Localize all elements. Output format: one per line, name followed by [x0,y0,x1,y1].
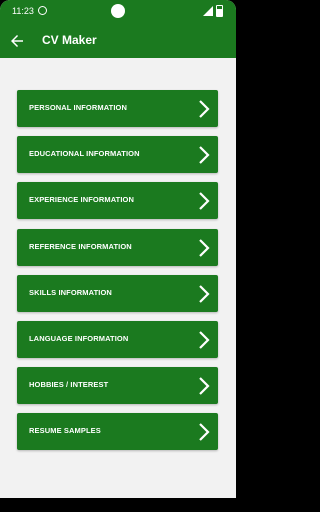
menu-list: PERSONAL INFORMATION EDUCATIONAL INFORMA… [17,90,218,460]
menu-item-label: LANGUAGE INFORMATION [29,333,129,343]
menu-item-educational-information[interactable]: EDUCATIONAL INFORMATION [17,136,218,174]
chevron-right-icon [199,377,210,395]
page-title: CV Maker [42,33,97,47]
signal-icon [203,6,213,16]
app-bar: CV Maker [0,24,236,58]
chevron-right-icon [199,146,210,164]
menu-item-language-information[interactable]: LANGUAGE INFORMATION [17,320,218,358]
menu-item-resume-samples[interactable]: RESUME SAMPLES [17,413,218,451]
menu-item-label: EDUCATIONAL INFORMATION [29,149,140,159]
status-bar: 11:23 [0,0,236,24]
chevron-right-icon [199,238,210,257]
menu-item-skills-information[interactable]: SKILLS INFORMATION [17,274,218,312]
system-navigation-bar [0,498,236,512]
menu-item-label: HOBBIES / INTEREST [29,380,109,390]
menu-item-experience-information[interactable]: EXPERIENCE INFORMATION [17,182,218,220]
menu-item-label: REFERENCE INFORMATION [29,241,132,251]
arrow-left-icon[interactable] [8,32,26,50]
camera-cutout [111,4,125,18]
battery-icon [216,5,223,17]
chevron-right-icon [199,423,210,442]
menu-item-label: SKILLS INFORMATION [29,287,112,297]
menu-item-label: PERSONAL INFORMATION [29,103,127,112]
chevron-right-icon [199,331,210,349]
menu-item-label: EXPERIENCE INFORMATION [29,195,134,205]
chevron-right-icon [199,100,210,118]
app-screen: 11:23 CV Maker PERSONAL INFORMATION EDUC… [0,0,236,512]
menu-item-personal-information[interactable]: PERSONAL INFORMATION [17,90,218,127]
menu-item-hobbies-interest[interactable]: HOBBIES / INTEREST [17,367,218,405]
alarm-icon [38,6,47,15]
chevron-right-icon [199,284,210,303]
menu-item-label: RESUME SAMPLES [29,426,101,436]
menu-item-reference-information[interactable]: REFERENCE INFORMATION [17,228,218,266]
chevron-right-icon [199,192,210,211]
status-time: 11:23 [12,6,34,16]
